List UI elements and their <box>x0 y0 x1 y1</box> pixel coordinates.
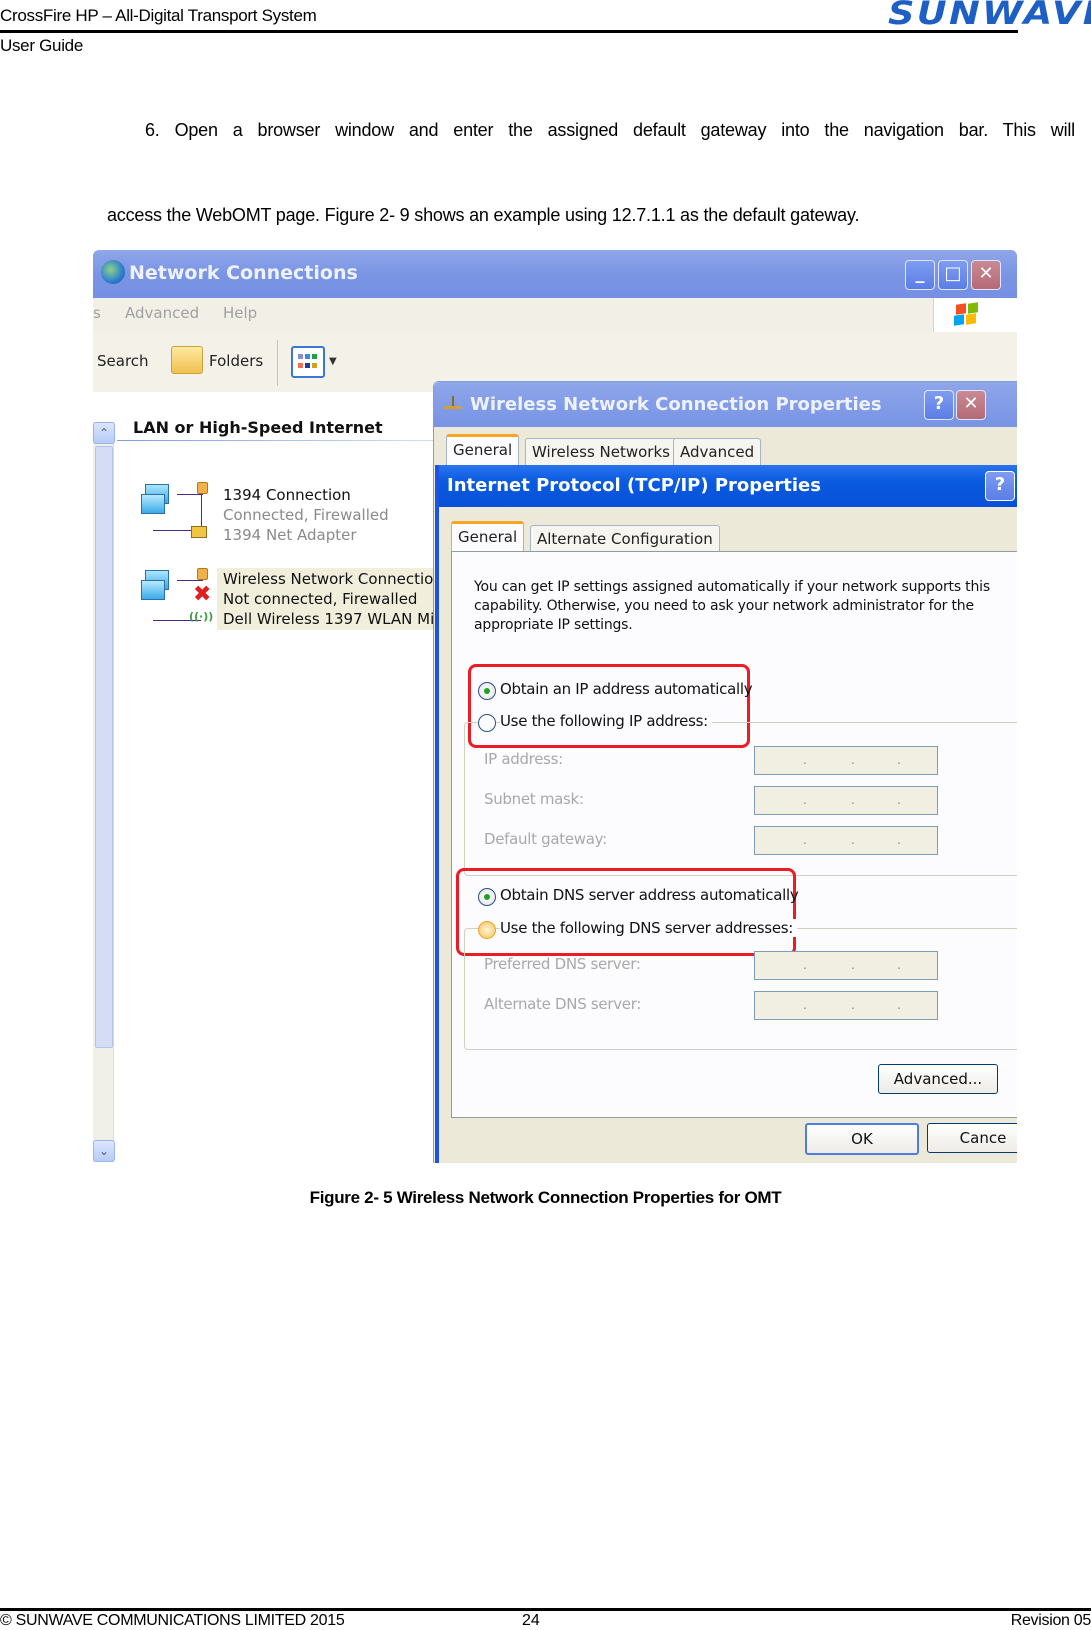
close-icon: ✕ <box>978 263 994 284</box>
vertical-scrollbar[interactable]: ⌃ ⌄ <box>93 422 115 1162</box>
close-icon: ✕ <box>963 393 979 414</box>
default-gateway-label: Default gateway: <box>484 830 607 848</box>
disconnected-x-icon: ✖ <box>193 582 212 607</box>
footer-rule <box>0 1608 1091 1611</box>
scrollbar-thumb[interactable] <box>95 446 113 1048</box>
toolbar-separator <box>277 340 278 386</box>
maximize-icon: □ <box>944 263 962 284</box>
menu-item-help[interactable]: Help <box>223 304 257 322</box>
firewall-lock-icon <box>197 482 208 494</box>
document-subtitle: User Guide <box>0 36 83 55</box>
network-adapter-icon <box>444 396 462 410</box>
search-button[interactable]: Search <box>97 352 149 370</box>
network-connections-titlebar: Network Connections _ □ ✕ <box>93 250 1017 298</box>
wireless-properties-titlebar: Wireless Network Connection Properties ?… <box>434 382 1017 427</box>
footer-page-number: 24 <box>522 1612 540 1629</box>
connection-1394-name[interactable]: 1394 Connection <box>223 486 351 504</box>
connection-1394-status: Connected, Firewalled <box>223 506 389 524</box>
cancel-button[interactable]: Cance <box>927 1123 1017 1153</box>
close-button[interactable]: ✕ <box>971 260 1001 290</box>
dns-settings-group <box>464 928 1017 1050</box>
group-header-lan: LAN or High-Speed Internet <box>133 418 383 437</box>
ok-button[interactable]: OK <box>805 1123 919 1155</box>
maximize-button[interactable]: □ <box>938 260 968 290</box>
sunwave-logo: SUNWAVE <box>888 0 1091 32</box>
alternate-dns-label: Alternate DNS server: <box>484 995 642 1013</box>
screenshot-figure: Network Connections _ □ ✕ s Advanced Hel… <box>93 250 1017 1163</box>
firewall-lock-icon <box>197 568 208 580</box>
folders-icon <box>171 346 203 374</box>
preferred-dns-label: Preferred DNS server: <box>484 955 641 973</box>
tcpip-general-panel: You can get IP settings assigned automat… <box>451 551 1017 1118</box>
connection-wireless-device: Dell Wireless 1397 WLAN Mini-... <box>223 610 468 628</box>
obtain-ip-auto-label[interactable]: Obtain an IP address automatically <box>500 680 753 698</box>
ip-address-field[interactable]: ... <box>754 746 938 775</box>
tab-wireless-networks[interactable]: Wireless Networks <box>525 438 677 465</box>
subnet-mask-field[interactable]: ... <box>754 786 938 815</box>
ip-address-label: IP address: <box>484 750 563 768</box>
alternate-dns-field[interactable]: ... <box>754 991 938 1020</box>
footer-copyright: © SUNWAVE COMMUNICATIONS LIMITED 2015 <box>0 1612 345 1629</box>
step-text-line1: 6. Open a browser window and enter the a… <box>145 120 1075 140</box>
header-rule <box>0 30 1018 33</box>
use-following-ip-label[interactable]: Use the following IP address: <box>500 712 712 730</box>
obtain-ip-auto-radio[interactable] <box>478 682 496 700</box>
tcpip-properties-dialog: Internet Protocol (TCP/IP) Properties ? … <box>435 465 1017 1163</box>
scroll-up-arrow-icon[interactable]: ⌃ <box>93 422 115 444</box>
help-button[interactable]: ? <box>924 390 954 420</box>
step-text-line2: access the WebOMT page. Figure 2- 9 show… <box>107 205 860 225</box>
menu-item-tools[interactable]: s <box>93 304 101 322</box>
wireless-properties-title: Wireless Network Connection Properties <box>470 394 882 415</box>
views-dropdown-arrow-icon[interactable]: ▼ <box>329 356 337 367</box>
menu-bar: s Advanced Help <box>93 298 1017 333</box>
obtain-dns-auto-radio[interactable] <box>478 888 496 906</box>
wireless-signal-icon: ((·)) <box>189 610 214 623</box>
default-gateway-field[interactable]: ... <box>754 826 938 855</box>
tab-alternate-configuration[interactable]: Alternate Configuration <box>530 525 720 552</box>
use-following-ip-radio[interactable] <box>478 714 496 732</box>
wireless-close-button[interactable]: ✕ <box>956 390 986 420</box>
tcpip-help-button[interactable]: ? <box>985 471 1015 501</box>
use-following-dns-label[interactable]: Use the following DNS server addresses: <box>500 919 798 937</box>
footer-revision: Revision 05 <box>1010 1612 1091 1629</box>
help-icon: ? <box>933 393 945 414</box>
tcpip-description: You can get IP settings assigned automat… <box>474 579 990 633</box>
tab-advanced[interactable]: Advanced <box>673 438 762 465</box>
network-connections-title: Network Connections <box>129 262 358 284</box>
obtain-dns-auto-label[interactable]: Obtain DNS server address automatically <box>500 886 799 904</box>
tcpip-properties-titlebar: Internet Protocol (TCP/IP) Properties ? <box>439 465 1017 507</box>
windows-logo-icon <box>933 298 1017 332</box>
connection-1394-device: 1394 Net Adapter <box>223 526 357 544</box>
views-icon[interactable] <box>291 346 325 378</box>
scroll-down-arrow-icon[interactable]: ⌄ <box>93 1140 115 1162</box>
tab-tcpip-general[interactable]: General <box>451 521 525 552</box>
minimize-icon: _ <box>915 263 925 284</box>
network-globe-icon <box>101 260 125 284</box>
connection-wireless-name[interactable]: Wireless Network Connection <box>223 570 443 588</box>
subnet-mask-label: Subnet mask: <box>484 790 584 808</box>
group-header-rule <box>117 440 433 441</box>
figure-caption: Figure 2- 5 Wireless Network Connection … <box>309 1188 782 1207</box>
menu-item-advanced[interactable]: Advanced <box>125 304 199 322</box>
document-title: CrossFire HP – All-Digital Transport Sys… <box>0 6 317 25</box>
tab-general[interactable]: General <box>446 434 520 465</box>
preferred-dns-field[interactable]: ... <box>754 951 938 980</box>
connection-wireless-status: Not connected, Firewalled <box>223 590 418 608</box>
folders-button[interactable]: Folders <box>209 352 263 370</box>
help-icon: ? <box>994 474 1006 495</box>
tcpip-properties-title: Internet Protocol (TCP/IP) Properties <box>447 475 821 496</box>
adapter-icon <box>191 526 207 538</box>
connection-1394-icon[interactable] <box>141 482 231 542</box>
minimize-button[interactable]: _ <box>905 260 935 290</box>
use-following-dns-radio[interactable] <box>478 921 496 939</box>
advanced-button[interactable]: Advanced... <box>878 1064 998 1094</box>
